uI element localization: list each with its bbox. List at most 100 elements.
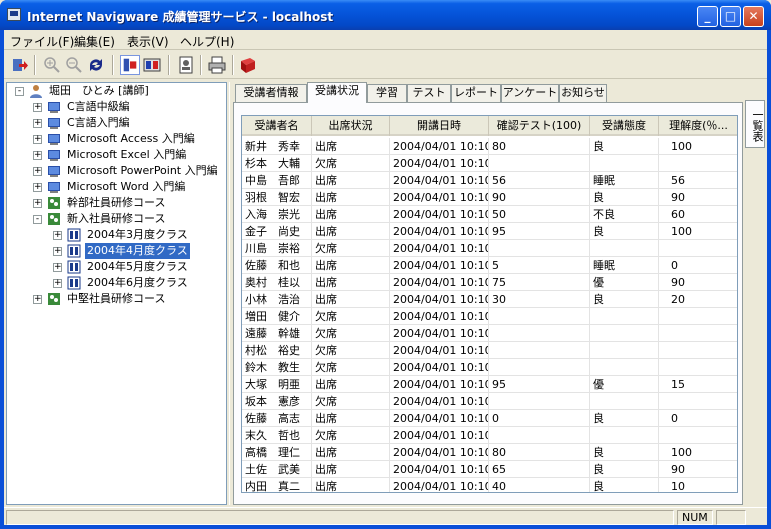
expand-icon[interactable]: + <box>33 119 42 128</box>
help-book-icon[interactable] <box>238 55 258 75</box>
table-cell: 出席 <box>312 257 390 274</box>
table-row[interactable]: 大塚 明亜 出席 2004/04/01 10:10 95 優 15 <box>242 376 737 393</box>
title-bar[interactable]: Internet Navigware 成績管理サービス - localhost … <box>0 0 771 30</box>
expand-icon[interactable]: + <box>33 151 42 160</box>
table-cell: 56 <box>659 172 737 189</box>
window-title: Internet Navigware 成績管理サービス - localhost <box>27 10 334 24</box>
expand-icon[interactable]: + <box>33 135 42 144</box>
table-row[interactable]: 中島 吾郎 出席 2004/04/01 10:10 56 睡眠 56 <box>242 172 737 189</box>
zoom-in-icon[interactable] <box>42 55 62 75</box>
tab-7[interactable]: お知らせ <box>559 84 607 102</box>
expand-icon[interactable]: + <box>33 103 42 112</box>
tab-1[interactable]: 受講者情報 <box>235 84 307 102</box>
expand-icon[interactable]: + <box>33 167 42 176</box>
tab-2[interactable]: 受講状況 <box>307 82 367 103</box>
table-cell: 2004/04/01 10:10 <box>390 223 489 240</box>
tab-5[interactable]: レポート <box>451 84 501 102</box>
minimize-button[interactable]: _ <box>697 6 718 27</box>
table-cell: 小林 浩治 <box>242 291 312 308</box>
table-cell: 欠席 <box>312 308 390 325</box>
table-row[interactable]: 土佐 武美 出席 2004/04/01 10:10 65 良 90 <box>242 461 737 478</box>
table-cell: 良 <box>590 444 659 461</box>
table-row[interactable]: 鈴木 教生 欠席 2004/04/01 10:10 <box>242 359 737 376</box>
collapse-icon[interactable]: - <box>33 215 42 224</box>
expand-icon[interactable]: + <box>53 231 62 240</box>
refresh-icon[interactable] <box>86 55 106 75</box>
splitter[interactable] <box>229 82 231 505</box>
tree-node-label: 2004年3月度クラス <box>87 228 188 241</box>
table-cell: 出席 <box>312 172 390 189</box>
table-row[interactable]: 奥村 桂以 出席 2004/04/01 10:10 75 優 90 <box>242 274 737 291</box>
tree-node-label: 2004年6月度クラス <box>87 276 188 289</box>
table-cell <box>489 359 590 376</box>
table-cell: 30 <box>489 291 590 308</box>
table-row[interactable]: 末久 哲也 欠席 2004/04/01 10:10 <box>242 427 737 444</box>
menu-edit[interactable]: 編集(E) <box>74 33 115 50</box>
tree-node-label: 中堅社員研修コース <box>67 292 166 305</box>
student-detail-icon[interactable] <box>176 55 196 75</box>
table-row[interactable]: 川島 崇裕 欠席 2004/04/01 10:10 <box>242 240 737 257</box>
column-header[interactable]: 確認テスト(100) <box>489 116 590 136</box>
tab-6[interactable]: アンケート <box>501 84 559 102</box>
table-row[interactable]: 入海 崇光 出席 2004/04/01 10:10 50 不良 60 <box>242 206 737 223</box>
table-row[interactable]: 小林 浩治 出席 2004/04/01 10:10 30 良 20 <box>242 291 737 308</box>
table-cell: 100 <box>659 138 737 155</box>
expand-icon[interactable]: + <box>33 183 42 192</box>
view-split-icon[interactable] <box>142 55 162 75</box>
table-cell: 鈴木 教生 <box>242 359 312 376</box>
table-cell: 出席 <box>312 274 390 291</box>
column-header[interactable]: 受講者名 <box>242 116 312 136</box>
expand-icon[interactable]: + <box>53 247 62 256</box>
group-course-icon <box>48 213 60 225</box>
course-tree[interactable]: - 堀田 ひとみ [講師] + C言語中級編 + C言語入門編 + Microsoft Acc… <box>6 82 227 505</box>
table-row[interactable]: 内田 真二 出席 2004/04/01 10:10 40 良 10 <box>242 478 737 492</box>
collapse-icon[interactable]: - <box>15 87 24 96</box>
table-cell: 坂本 憲彦 <box>242 393 312 410</box>
view-tree-icon[interactable] <box>120 55 140 75</box>
table-cell: 良 <box>590 138 659 155</box>
expand-icon[interactable]: + <box>33 199 42 208</box>
expand-icon[interactable]: + <box>33 295 42 304</box>
column-header[interactable]: 開講日時 <box>390 116 489 136</box>
table-cell: 出席 <box>312 444 390 461</box>
print-icon[interactable] <box>207 55 227 75</box>
zoom-out-icon[interactable] <box>64 55 84 75</box>
expand-icon[interactable]: + <box>53 279 62 288</box>
table-cell: 2004/04/01 10:10 <box>390 138 489 155</box>
exit-icon[interactable] <box>10 55 30 75</box>
table-cell <box>659 155 737 172</box>
menu-help[interactable]: ヘルプ(H) <box>180 33 234 50</box>
column-header[interactable]: 受講態度 <box>590 116 659 136</box>
table-row[interactable]: 金子 尚史 出席 2004/04/01 10:10 95 良 100 <box>242 223 737 240</box>
table-row[interactable]: 増田 健介 欠席 2004/04/01 10:10 <box>242 308 737 325</box>
table-row[interactable]: 杉本 大輔 欠席 2004/04/01 10:10 <box>242 155 737 172</box>
table-row[interactable]: 新井 秀幸 出席 2004/04/01 10:10 80 良 100 <box>242 138 737 155</box>
table-row[interactable]: 高橋 理仁 出席 2004/04/01 10:10 80 良 100 <box>242 444 737 461</box>
table-row[interactable]: 遠藤 幹雄 欠席 2004/04/01 10:10 <box>242 325 737 342</box>
tab-3[interactable]: 学習 <box>367 84 407 102</box>
column-header[interactable]: 出席状況 <box>312 116 390 136</box>
table-cell: 80 <box>489 138 590 155</box>
table-cell <box>590 393 659 410</box>
table-cell <box>590 427 659 444</box>
table-cell <box>659 325 737 342</box>
table-row[interactable]: 坂本 憲彦 欠席 2004/04/01 10:10 <box>242 393 737 410</box>
maximize-button[interactable]: □ <box>720 6 741 27</box>
column-header[interactable]: 理解度(％... <box>659 116 737 136</box>
table-cell: 2004/04/01 10:10 <box>390 206 489 223</box>
menu-bar: ファイル(F) 編集(E) 表示(V) ヘルプ(H) <box>4 30 767 50</box>
attendance-grid[interactable]: 受講者名 出席状況 開講日時 確認テスト(100) 受講態度 理解度(％... 新井 秀幸… <box>241 115 738 493</box>
expand-icon[interactable]: + <box>53 263 62 272</box>
table-cell <box>659 240 737 257</box>
table-cell: 2004/04/01 10:10 <box>390 325 489 342</box>
table-row[interactable]: 村松 裕史 欠席 2004/04/01 10:10 <box>242 342 737 359</box>
menu-file[interactable]: ファイル(F) <box>10 33 74 50</box>
menu-view[interactable]: 表示(V) <box>127 33 169 50</box>
table-row[interactable]: 羽根 智宏 出席 2004/04/01 10:10 90 良 90 <box>242 189 737 206</box>
close-button[interactable]: ✕ <box>743 6 764 27</box>
table-row[interactable]: 佐藤 和也 出席 2004/04/01 10:10 5 睡眠 0 <box>242 257 737 274</box>
status-message <box>6 510 674 525</box>
tab-list-view[interactable]: 一覧表 <box>745 100 765 148</box>
table-row[interactable]: 佐藤 高志 出席 2004/04/01 10:10 0 良 0 <box>242 410 737 427</box>
tab-4[interactable]: テスト <box>407 84 451 102</box>
